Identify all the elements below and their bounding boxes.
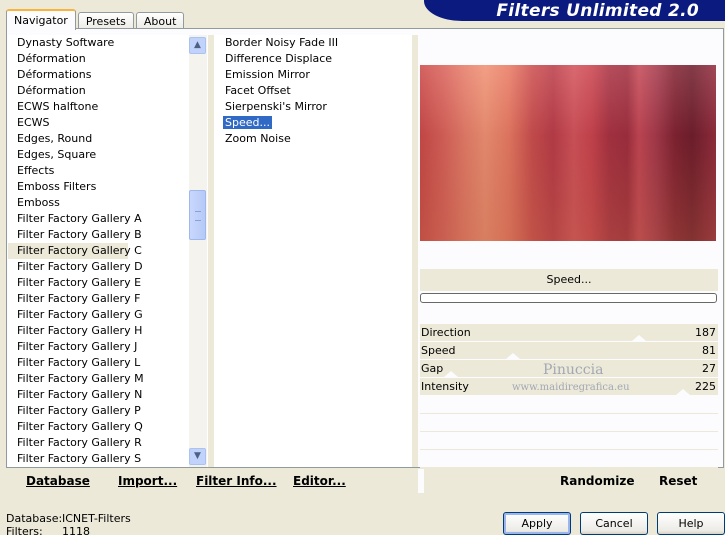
preview-panel: Speed... Direction 187 Speed 81 Gap 27 I… <box>418 35 719 468</box>
category-item[interactable]: Déformations <box>8 67 208 83</box>
status-info: Database:ICNET-Filters Filters: 1118 <box>6 512 131 535</box>
toolbar-separator <box>418 469 424 493</box>
filter-item-label: Speed... <box>223 116 272 129</box>
tab-presets[interactable]: Presets <box>77 12 134 29</box>
slider-marker[interactable] <box>506 353 520 359</box>
category-item[interactable]: Filter Factory Gallery Q <box>8 419 208 435</box>
filters-label: Filters: <box>6 525 43 535</box>
database-button[interactable]: Database <box>26 474 90 488</box>
param-empty <box>420 414 718 432</box>
param-value: 187 <box>695 326 716 339</box>
watermark-text: Pinuccia <box>543 362 604 378</box>
database-label: Database: <box>6 512 63 525</box>
param-direction[interactable]: Direction 187 <box>420 324 718 342</box>
param-name: Speed <box>421 344 456 357</box>
param-empty <box>420 450 718 468</box>
filter-item[interactable]: Speed... <box>214 115 412 131</box>
category-item[interactable]: Déformation <box>8 83 208 99</box>
chevron-up-icon[interactable]: ▲ <box>189 37 206 54</box>
slider-marker[interactable] <box>444 371 458 377</box>
category-item[interactable]: Filter Factory Gallery M <box>8 371 208 387</box>
tab-bar: Navigator Presets About <box>6 9 186 30</box>
category-item[interactable]: ECWS <box>8 115 208 131</box>
param-speed[interactable]: Speed 81 <box>420 342 718 360</box>
category-item[interactable]: Filter Factory Gallery E <box>8 275 208 291</box>
filter-item[interactable]: Facet Offset <box>214 83 412 99</box>
category-item[interactable]: Déformation <box>8 51 208 67</box>
category-item[interactable]: Filter Factory Gallery H <box>8 323 208 339</box>
category-item[interactable]: Filter Factory Gallery C <box>8 243 142 259</box>
param-name: Direction <box>421 326 471 339</box>
tab-about[interactable]: About <box>135 12 185 29</box>
watermark-url: www.maidiregrafica.eu <box>512 382 630 393</box>
filter-item-label: Border Noisy Fade III <box>225 36 339 49</box>
filter-item[interactable]: Emission Mirror <box>214 67 412 83</box>
tab-navigator[interactable]: Navigator <box>6 9 76 30</box>
category-item[interactable]: Filter Factory Gallery L <box>8 355 208 371</box>
import-button[interactable]: Import... <box>118 474 177 488</box>
cancel-button[interactable]: Cancel <box>580 512 648 535</box>
category-item[interactable]: Filter Factory Gallery D <box>8 259 208 275</box>
category-item[interactable]: Emboss Filters <box>8 179 208 195</box>
category-item[interactable]: Filter Factory Gallery G <box>8 307 208 323</box>
category-item[interactable]: Filter Factory Gallery B <box>8 227 208 243</box>
help-button[interactable]: Help <box>657 512 725 535</box>
category-list[interactable]: Dynasty Software Déformation Déformations D… <box>8 35 208 467</box>
apply-button[interactable]: Apply <box>503 512 571 535</box>
param-value: 27 <box>702 362 716 375</box>
category-item[interactable]: Edges, Square <box>8 147 208 163</box>
category-item[interactable]: Effects <box>8 163 208 179</box>
bottom-toolbar: Database Import... Filter Info... Editor… <box>8 469 720 493</box>
param-empty <box>420 396 718 414</box>
filter-item[interactable]: Sierpenski's Mirror <box>214 99 412 115</box>
scroll-thumb[interactable] <box>189 190 206 240</box>
category-item[interactable]: Filter Factory Gallery S <box>8 451 208 467</box>
progress-bar <box>420 293 717 303</box>
filter-list[interactable]: Border Noisy Fade III Difference Displace… <box>214 35 412 467</box>
param-empty <box>420 432 718 450</box>
filter-item-label: Facet Offset <box>225 84 291 97</box>
category-item[interactable]: Filter Factory Gallery A <box>8 211 208 227</box>
editor-button[interactable]: Editor... <box>293 474 346 488</box>
category-scrollbar[interactable]: ▲ ▼ <box>189 35 207 467</box>
category-item[interactable]: Emboss <box>8 195 208 211</box>
filter-title: Speed... <box>420 269 718 291</box>
category-item[interactable]: Filter Factory Gallery F <box>8 291 208 307</box>
category-item[interactable]: Filter Factory Gallery J <box>8 339 208 355</box>
param-value: 225 <box>695 380 716 393</box>
filter-info-button[interactable]: Filter Info... <box>196 474 277 488</box>
filters-count: 1118 <box>62 525 90 535</box>
param-name: Intensity <box>421 380 469 393</box>
reset-button[interactable]: Reset <box>659 474 697 488</box>
chevron-down-icon[interactable]: ▼ <box>189 448 206 465</box>
app-banner: Filters Unlimited 2.0 <box>424 0 725 21</box>
database-value: ICNET-Filters <box>62 512 131 525</box>
parameter-sliders: Direction 187 Speed 81 Gap 27 Intensity … <box>420 324 718 468</box>
category-item[interactable]: ECWS halftone <box>8 99 208 115</box>
filter-item[interactable]: Border Noisy Fade III <box>214 35 412 51</box>
category-item[interactable]: Filter Factory Gallery N <box>8 387 208 403</box>
filter-item-label: Sierpenski's Mirror <box>225 100 327 113</box>
filter-item-label: Difference Displace <box>225 52 333 65</box>
filter-item-label: Zoom Noise <box>225 132 291 145</box>
randomize-button[interactable]: Randomize <box>560 474 634 488</box>
filter-item[interactable]: Zoom Noise <box>214 131 412 147</box>
param-name: Gap <box>421 362 444 375</box>
param-value: 81 <box>702 344 716 357</box>
category-item[interactable]: Filter Factory Gallery R <box>8 435 208 451</box>
preview-image <box>420 65 716 241</box>
category-item[interactable]: Filter Factory Gallery P <box>8 403 208 419</box>
filter-item[interactable]: Difference Displace <box>214 51 412 67</box>
category-item[interactable]: Edges, Round <box>8 131 208 147</box>
slider-marker[interactable] <box>632 335 646 341</box>
category-item[interactable]: Dynasty Software <box>8 35 208 51</box>
filter-item-label: Emission Mirror <box>225 68 310 81</box>
slider-marker[interactable] <box>676 389 690 395</box>
